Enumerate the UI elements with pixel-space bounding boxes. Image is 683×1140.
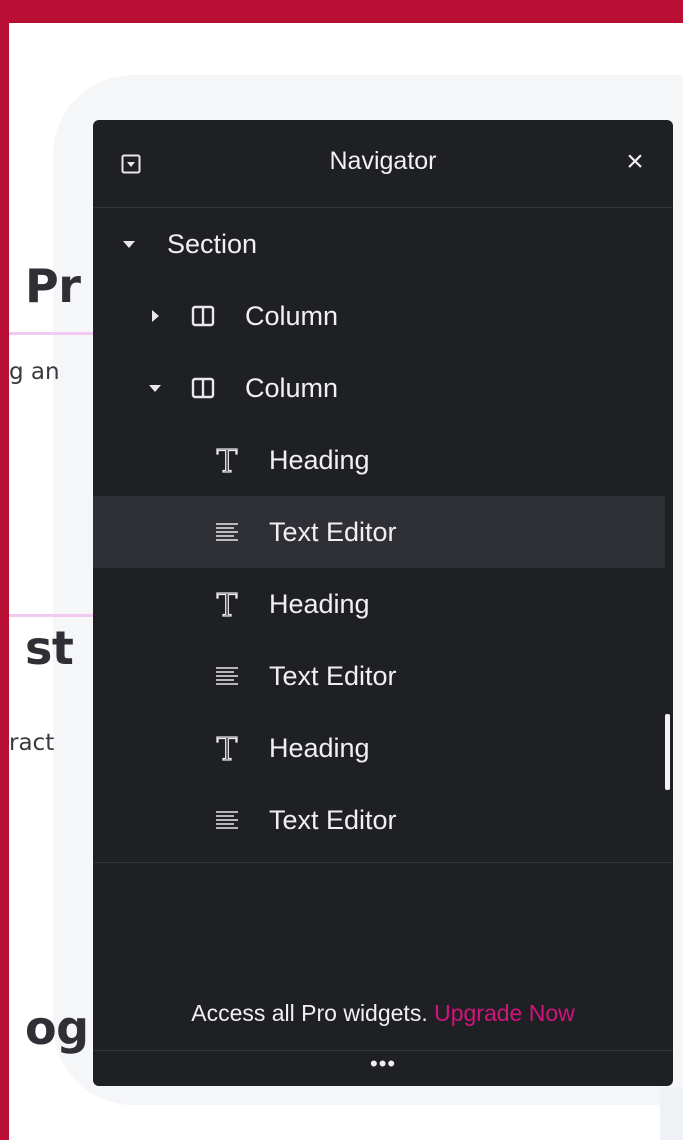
column-icon	[191, 304, 215, 328]
text-editor-icon	[215, 522, 239, 546]
resize-handle-icon[interactable]: •••	[370, 1053, 396, 1079]
text-editor-icon	[215, 810, 239, 834]
pink-divider-1	[9, 332, 99, 335]
navigator-panel: Navigator × Section Column Column Headin…	[93, 120, 673, 1086]
upgrade-now-link[interactable]: Upgrade Now	[434, 1000, 575, 1026]
heading-icon	[215, 447, 239, 473]
tree-item-label: Heading	[269, 444, 370, 475]
column-icon	[191, 376, 215, 400]
pink-divider-2	[9, 614, 99, 617]
tree-item-label: Column	[245, 300, 339, 331]
tree-item-text-editor[interactable]: Text Editor	[93, 640, 665, 712]
tree-item-heading[interactable]: Heading	[93, 712, 665, 784]
close-icon[interactable]: ×	[621, 147, 649, 177]
tree-item-section[interactable]: Section	[93, 208, 665, 280]
tree-item-column[interactable]: Column	[93, 280, 665, 352]
tree-item-heading[interactable]: Heading	[93, 568, 665, 640]
text-editor-icon	[215, 666, 239, 690]
tree-item-label: Text Editor	[269, 516, 397, 547]
page-heading-3[interactable]: og	[25, 1001, 89, 1055]
tree-item-label: Text Editor	[269, 804, 397, 835]
tree-divider	[93, 862, 673, 863]
tree-item-label: Section	[167, 228, 258, 259]
tree-item-label: Column	[245, 372, 339, 403]
caret-right-icon[interactable]	[147, 308, 163, 324]
heading-icon	[215, 591, 239, 617]
tree-item-label: Text Editor	[269, 660, 397, 691]
page-text-1[interactable]: g an	[9, 359, 60, 385]
navigator-title: Navigator	[329, 147, 437, 175]
page-heading-1[interactable]: Pr	[25, 259, 81, 313]
pro-promo: Access all Pro widgets. Upgrade Now	[93, 1000, 673, 1027]
promo-text: Access all Pro widgets.	[191, 1000, 428, 1026]
tree-item-heading[interactable]: Heading	[93, 424, 665, 496]
scrollbar-thumb[interactable]	[665, 714, 670, 790]
tree-item-label: Heading	[269, 588, 370, 619]
caret-down-icon[interactable]	[121, 236, 137, 252]
tree-item-text-editor[interactable]: Text Editor	[93, 496, 665, 568]
navigator-footer[interactable]: •••	[93, 1050, 673, 1086]
caret-down-icon[interactable]	[147, 380, 163, 396]
page-heading-2[interactable]: st	[25, 621, 74, 675]
navigator-header[interactable]: Navigator ×	[93, 120, 673, 208]
tree-item-column[interactable]: Column	[93, 352, 665, 424]
canvas-edge	[660, 1087, 683, 1140]
heading-icon	[215, 735, 239, 761]
page-text-2[interactable]: ract	[9, 730, 54, 756]
tree-item-text-editor[interactable]: Text Editor	[93, 784, 665, 856]
tree-item-label: Heading	[269, 732, 370, 763]
